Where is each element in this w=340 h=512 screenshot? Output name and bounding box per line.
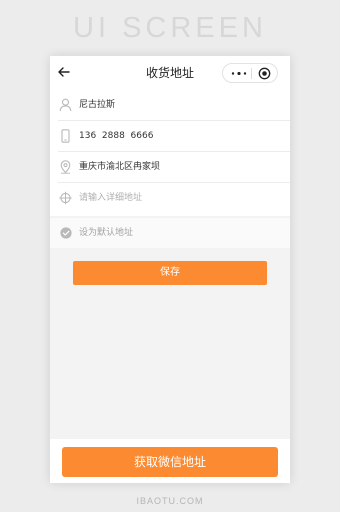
detail-address-field[interactable]: 请输入详细地址	[50, 183, 290, 214]
detail-address-input[interactable]: 请输入详细地址	[79, 183, 142, 214]
phone-screen: 收货地址 尼古拉斯 136 2888 6666 重庆市渝北区冉家坝 请输入详细地…	[50, 56, 290, 483]
target-circle-icon[interactable]	[258, 67, 271, 80]
address-form: 尼古拉斯 136 2888 6666 重庆市渝北区冉家坝 请输入详细地址	[50, 90, 290, 216]
person-icon	[59, 98, 72, 112]
banner-title: UI SCREEN	[73, 12, 267, 44]
get-wechat-address-button[interactable]: 获取微信地址	[62, 447, 278, 477]
phone-field[interactable]: 136 2888 6666	[50, 121, 290, 152]
default-address-toggle[interactable]: 设为默认地址	[50, 218, 290, 248]
check-circle-icon[interactable]	[60, 227, 72, 239]
name-value: 尼古拉斯	[79, 100, 116, 110]
navigation-bar: 收货地址	[50, 56, 290, 90]
default-address-label: 设为默认地址	[79, 228, 134, 238]
mini-program-capsule	[222, 63, 278, 83]
region-value: 重庆市渝北区冉家坝	[79, 162, 161, 172]
save-button[interactable]: 保存	[73, 261, 267, 285]
footer-watermark: IBAOTU.COM	[136, 496, 204, 506]
phone-icon	[61, 129, 70, 143]
bottom-action-bar: 获取微信地址	[50, 439, 290, 483]
location-pin-icon	[60, 160, 71, 174]
capsule-divider	[251, 68, 252, 79]
phone-value: 136 2888 6666	[79, 131, 154, 141]
more-dots-icon[interactable]	[231, 72, 247, 75]
name-field[interactable]: 尼古拉斯	[50, 90, 290, 121]
crosshair-icon	[59, 191, 72, 205]
region-field[interactable]: 重庆市渝北区冉家坝	[50, 152, 290, 183]
